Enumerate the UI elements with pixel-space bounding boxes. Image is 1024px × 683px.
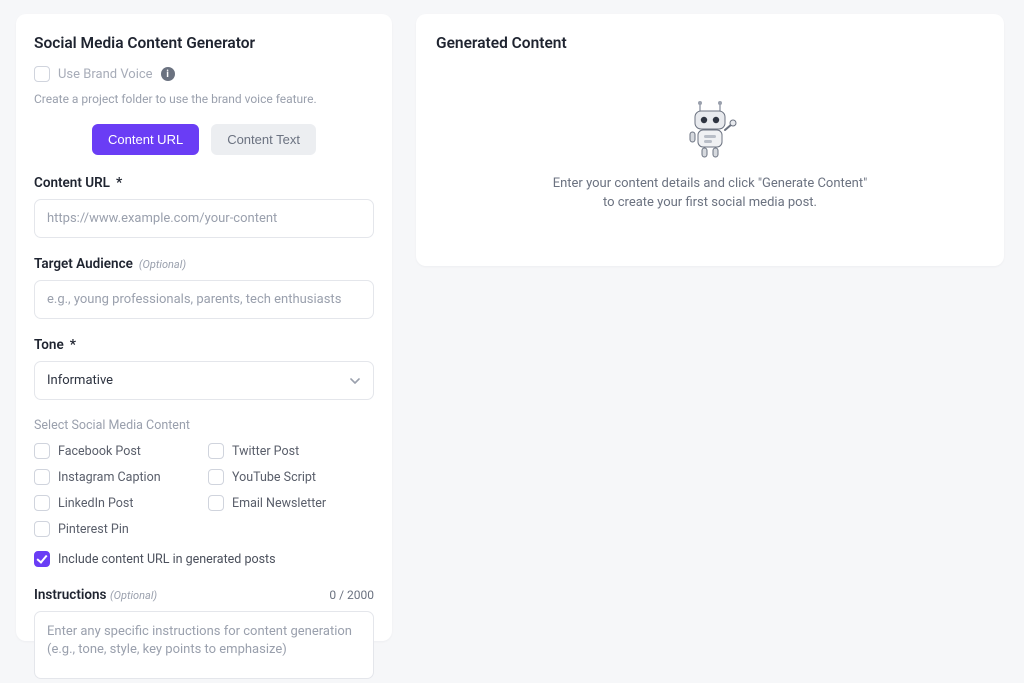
generated-title: Generated Content <box>436 34 984 52</box>
content-url-label: Content URL <box>34 175 110 191</box>
tab-content-url[interactable]: Content URL <box>92 124 199 155</box>
twitter-label: Twitter Post <box>232 444 299 459</box>
instructions-input[interactable] <box>34 611 374 679</box>
audience-field: Target Audience (Optional) <box>34 256 374 319</box>
tone-select[interactable]: Informative <box>34 361 374 400</box>
audience-optional: (Optional) <box>139 258 186 271</box>
tone-label: Tone <box>34 337 64 353</box>
required-mark: * <box>116 175 122 191</box>
instructions-label: Instructions <box>34 587 107 603</box>
panel-title: Social Media Content Generator <box>34 34 374 52</box>
generated-content-panel: Generated Content <box>416 14 1004 266</box>
instructions-optional: (Optional) <box>110 589 157 602</box>
audience-label: Target Audience <box>34 256 133 272</box>
instructions-field: Instructions (Optional) 0 / 2000 <box>34 587 374 683</box>
generator-form-panel: Social Media Content Generator Use Brand… <box>16 14 392 641</box>
pinterest-label: Pinterest Pin <box>58 522 129 537</box>
content-url-field: Content URL * <box>34 175 374 238</box>
brand-voice-row: Use Brand Voice i <box>34 66 374 82</box>
empty-state: Enter your content details and click "Ge… <box>436 66 984 246</box>
empty-message: Enter your content details and click "Ge… <box>553 174 868 213</box>
audience-input[interactable] <box>34 280 374 319</box>
youtube-label: YouTube Script <box>232 470 316 485</box>
brand-voice-hint: Create a project folder to use the brand… <box>34 92 374 106</box>
platforms-section-label: Select Social Media Content <box>34 418 374 433</box>
instructions-counter: 0 / 2000 <box>329 588 374 602</box>
robot-icon <box>680 100 740 160</box>
content-url-input[interactable] <box>34 199 374 238</box>
tone-field: Tone * Informative <box>34 337 374 400</box>
required-mark: * <box>70 337 76 353</box>
linkedin-label: LinkedIn Post <box>58 496 133 511</box>
include-url-row: Include content URL in generated posts <box>34 551 374 567</box>
input-mode-tabs: Content URL Content Text <box>34 124 374 155</box>
brand-voice-label: Use Brand Voice <box>58 67 153 82</box>
include-url-checkbox[interactable] <box>34 551 50 567</box>
linkedin-checkbox[interactable] <box>34 495 50 511</box>
platforms-grid: Facebook Post Twitter Post Instagram Cap… <box>34 443 374 537</box>
twitter-checkbox[interactable] <box>208 443 224 459</box>
email-label: Email Newsletter <box>232 496 326 511</box>
instagram-label: Instagram Caption <box>58 470 161 485</box>
facebook-checkbox[interactable] <box>34 443 50 459</box>
email-checkbox[interactable] <box>208 495 224 511</box>
include-url-label: Include content URL in generated posts <box>58 552 276 567</box>
instagram-checkbox[interactable] <box>34 469 50 485</box>
facebook-label: Facebook Post <box>58 444 141 459</box>
brand-voice-checkbox[interactable] <box>34 66 50 82</box>
tab-content-text[interactable]: Content Text <box>211 124 316 155</box>
youtube-checkbox[interactable] <box>208 469 224 485</box>
info-icon[interactable]: i <box>161 67 175 81</box>
pinterest-checkbox[interactable] <box>34 521 50 537</box>
